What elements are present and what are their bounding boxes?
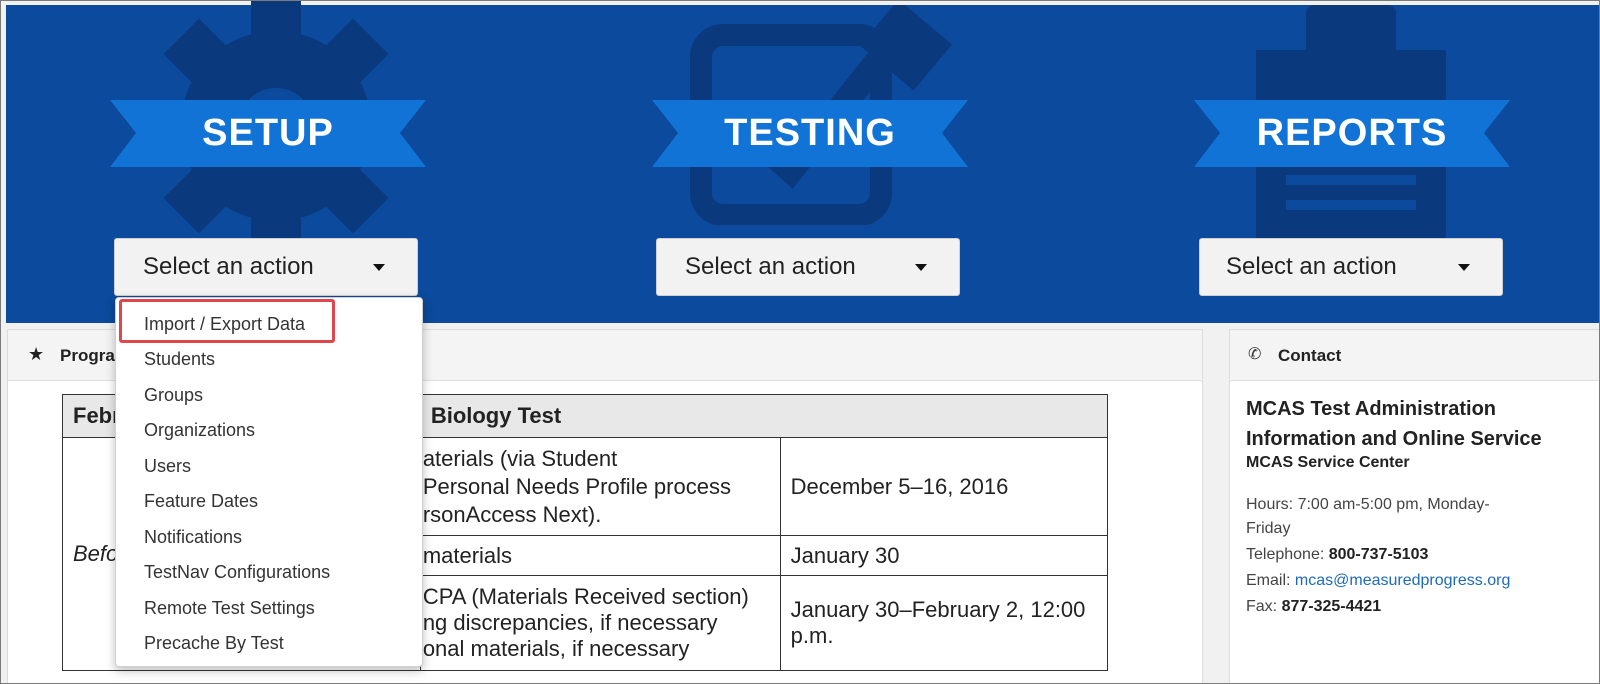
- contact-fax: Fax: 877-325-4421: [1246, 598, 1381, 616]
- setup-action-label: Select an action: [143, 253, 314, 280]
- date-cell: January 30–February 2, 12:00 p.m.: [779, 575, 1109, 671]
- menu-item-testnav-configurations[interactable]: TestNav Configurations: [144, 562, 330, 583]
- contact-title: Contact: [1278, 346, 1342, 365]
- star-icon: ★: [28, 344, 45, 364]
- contact-email: Email: mcas@measuredprogress.org: [1246, 572, 1510, 590]
- menu-item-remote-test-settings[interactable]: Remote Test Settings: [144, 598, 315, 619]
- setup-action-select[interactable]: Select an action: [114, 238, 418, 296]
- reports-title: REPORTS: [1256, 112, 1448, 154]
- task-cell: materials: [419, 535, 781, 576]
- task-line: onal materials, if necessary: [422, 636, 690, 661]
- menu-item-students[interactable]: Students: [144, 349, 215, 370]
- chevron-down-icon: [373, 263, 385, 271]
- highlight-box: [119, 299, 335, 343]
- menu-item-precache-by-test[interactable]: Precache By Test: [144, 633, 284, 654]
- contact-hours: Hours: 7:00 am-5:00 pm, Monday-: [1246, 496, 1490, 513]
- task-line: ng discrepancies, if necessary: [422, 610, 718, 635]
- chevron-down-icon: [915, 263, 927, 271]
- contact-org-line: MCAS Test Administration: [1246, 398, 1497, 420]
- testing-title-wrap: TESTING: [652, 100, 968, 167]
- task-cell: CPA (Materials Received section) ng disc…: [419, 575, 781, 671]
- app-frame: SETUP Select an action TESTING Select an…: [0, 0, 1600, 684]
- program-panel-title: Progra: [60, 346, 115, 365]
- date-cell: January 30: [779, 535, 1109, 576]
- task-line: rsonAccess Next).: [422, 501, 602, 527]
- testing-title: TESTING: [724, 112, 896, 154]
- email-label: Email:: [1246, 572, 1295, 589]
- chevron-down-icon: [1458, 263, 1470, 271]
- testing-action-label: Select an action: [685, 253, 856, 280]
- contact-service-center: MCAS Service Center: [1246, 454, 1410, 471]
- contact-panel: ✆ Contact MCAS Test Administration Infor…: [1229, 329, 1599, 683]
- reports-action-select[interactable]: Select an action: [1199, 238, 1503, 296]
- contact-telephone: Telephone: 800-737-5103: [1246, 546, 1428, 564]
- testing-action-select[interactable]: Select an action: [656, 238, 960, 296]
- hero-band: SETUP Select an action TESTING Select an…: [6, 1, 1599, 323]
- setup-title: SETUP: [202, 112, 334, 154]
- task-line: aterials (via Student: [422, 445, 618, 471]
- email-link[interactable]: mcas@measuredprogress.org: [1295, 572, 1510, 589]
- fax-label: Fax:: [1246, 598, 1282, 615]
- task-line: Personal Needs Profile process: [422, 473, 731, 499]
- menu-item-feature-dates[interactable]: Feature Dates: [144, 491, 258, 512]
- reports-title-wrap: REPORTS: [1194, 100, 1510, 167]
- telephone-value: 800-737-5103: [1328, 546, 1429, 563]
- telephone-label: Telephone:: [1246, 546, 1329, 563]
- menu-item-groups[interactable]: Groups: [144, 385, 203, 406]
- task-cell: aterials (via Student Personal Needs Pro…: [419, 437, 781, 536]
- phone-icon: ✆: [1248, 346, 1262, 363]
- task-line: CPA (Materials Received section): [422, 584, 749, 609]
- contact-org: MCAS Test Administration Information and…: [1246, 394, 1586, 454]
- fax-value: 877-325-4421: [1281, 598, 1382, 615]
- setup-action-menu: Import / Export Data Students Groups Org…: [115, 297, 423, 667]
- contact-org-line: Information and Online Service: [1246, 428, 1542, 450]
- contact-hours-cont: Friday: [1246, 520, 1291, 537]
- table-header-right: Biology Test: [419, 394, 1109, 438]
- menu-item-users[interactable]: Users: [144, 456, 191, 477]
- menu-item-notifications[interactable]: Notifications: [144, 527, 242, 548]
- setup-title-wrap: SETUP: [110, 100, 426, 167]
- menu-item-organizations[interactable]: Organizations: [144, 420, 255, 441]
- date-cell: December 5–16, 2016: [779, 437, 1109, 536]
- contact-panel-header: ✆ Contact: [1230, 330, 1599, 381]
- reports-action-label: Select an action: [1226, 253, 1397, 280]
